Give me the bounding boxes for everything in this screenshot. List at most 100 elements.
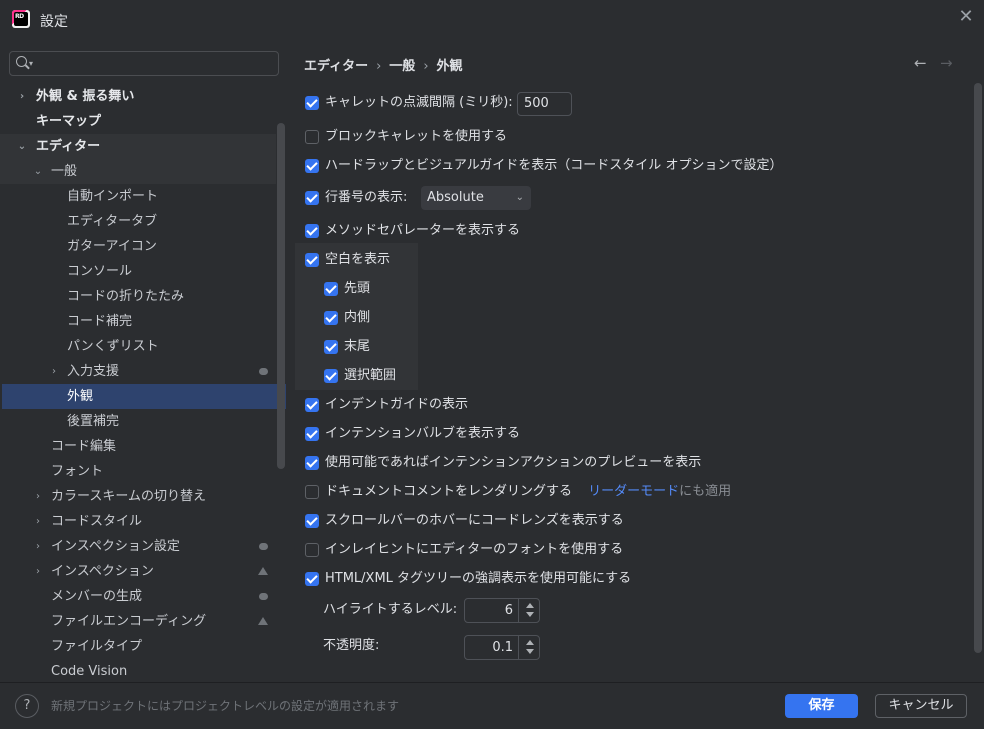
chevron-right-icon[interactable]: ›	[32, 509, 44, 534]
inlay-font-checkbox[interactable]	[305, 543, 319, 557]
chevron-right-icon[interactable]: ›	[48, 359, 60, 384]
chevron-right-icon[interactable]: ›	[32, 484, 44, 509]
whitespace-label: 空白を表示	[325, 252, 391, 267]
indent-guides-checkbox[interactable]	[305, 398, 319, 412]
breadcrumb-item[interactable]: エディター	[304, 59, 368, 74]
tree-item-generate-members[interactable]: メンバーの生成	[0, 584, 276, 609]
tree-item-color-scheme[interactable]: › カラースキームの切り替え	[0, 484, 276, 509]
caret-blink-checkbox[interactable]	[305, 96, 319, 110]
ws-trailing-checkbox[interactable]	[324, 340, 338, 354]
tree-item-auto-import[interactable]: 自動インポート	[0, 184, 276, 209]
tree-item-breadcrumbs[interactable]: パンくずリスト	[0, 334, 276, 359]
tree-item-editor[interactable]: ⌄ エディター	[0, 134, 276, 159]
tree-item-code-style[interactable]: › コードスタイル	[0, 509, 276, 534]
title-bar: RD 設定 ✕	[0, 0, 984, 40]
caret-up-icon[interactable]	[526, 640, 534, 645]
tree-item-code-folding[interactable]: コードの折りたたみ	[0, 284, 276, 309]
tree-item-appearance-behavior[interactable]: › 外観 & 振る舞い	[0, 84, 276, 109]
ws-selection-checkbox[interactable]	[324, 369, 338, 383]
tag-tree-checkbox[interactable]	[305, 572, 319, 586]
line-numbers-select[interactable]: Absolute ⌄	[421, 186, 531, 210]
tree-item-font[interactable]: フォント	[0, 459, 276, 484]
search-input[interactable]	[40, 55, 270, 73]
chevron-down-icon: ⌄	[515, 192, 524, 203]
block-caret-checkbox[interactable]	[305, 130, 319, 144]
caret-up-icon[interactable]	[526, 603, 534, 608]
whitespace-checkbox[interactable]	[305, 253, 319, 267]
tree-item-file-encodings[interactable]: ファイルエンコーディング	[0, 609, 276, 634]
line-numbers-value: Absolute	[427, 190, 484, 205]
line-numbers-label: 行番号の表示:	[325, 190, 408, 205]
tree-item-label: フォント	[51, 464, 104, 479]
chevron-right-icon[interactable]: ›	[32, 559, 44, 584]
search-field[interactable]: ▾	[9, 51, 279, 76]
chevron-down-icon[interactable]: ⌄	[16, 134, 28, 159]
cancel-button[interactable]: キャンセル	[875, 694, 967, 718]
tree-item-code-completion[interactable]: コード補完	[0, 309, 276, 334]
tree-item-smart-keys[interactable]: › 入力支援	[0, 359, 276, 384]
content-scrollbar[interactable]	[974, 83, 982, 653]
tree-item-postfix-completion[interactable]: 後置補完	[0, 409, 276, 434]
spinner-arrows[interactable]	[518, 636, 539, 659]
tree-item-label: エディタータブ	[67, 214, 158, 229]
scrollbar-lens-checkbox[interactable]	[305, 514, 319, 528]
forward-arrow-icon[interactable]: →	[940, 54, 953, 72]
chevron-right-icon[interactable]: ›	[16, 84, 28, 109]
tree-item-editor-tabs[interactable]: エディタータブ	[0, 209, 276, 234]
breadcrumb-item[interactable]: 一般	[389, 59, 415, 74]
chevron-down-icon[interactable]: ⌄	[32, 159, 44, 184]
inlay-font-label: インレイヒントにエディターのフォントを使用する	[325, 542, 624, 557]
tree-item-label: インスペクション	[51, 564, 154, 579]
tag-tree-label: HTML/XML タグツリーの強調表示を使用可能にする	[325, 571, 632, 586]
tree-item-label: インスペクション設定	[51, 539, 180, 554]
tree-item-console[interactable]: コンソール	[0, 259, 276, 284]
tree-item-inspection-settings[interactable]: › インスペクション設定	[0, 534, 276, 559]
help-icon[interactable]: ?	[15, 694, 39, 718]
opacity-spinner[interactable]: 0.1	[464, 635, 540, 660]
caret-blink-option[interactable]: キャレットの点滅間隔 (ミリ秒):	[305, 93, 545, 113]
tree-item-label: 外観	[67, 389, 94, 404]
ws-inner-checkbox[interactable]	[324, 311, 338, 325]
ws-leading-checkbox[interactable]	[324, 282, 338, 296]
caret-down-icon[interactable]	[526, 649, 534, 654]
chevron-right-icon[interactable]: ›	[32, 534, 44, 559]
reader-mode-link[interactable]: リーダーモード	[588, 484, 679, 499]
intention-preview-checkbox[interactable]	[305, 456, 319, 470]
render-docs-checkbox[interactable]	[305, 485, 319, 499]
tree-item-label: ファイルタイプ	[51, 639, 143, 654]
search-icon	[16, 56, 27, 67]
tree-item-keymap[interactable]: キーマップ	[0, 109, 276, 134]
tree-item-inspections[interactable]: › インスペクション	[0, 559, 276, 584]
indent-guides-label: インデントガイドの表示	[325, 397, 469, 412]
hard-wraps-checkbox[interactable]	[305, 159, 319, 173]
chevron-down-icon[interactable]: ▾	[29, 59, 33, 68]
intention-bulb-checkbox[interactable]	[305, 427, 319, 441]
project-scope-icon	[259, 368, 268, 375]
chevron-right-icon: ›	[376, 59, 382, 74]
tree-item-code-vision[interactable]: Code Vision	[0, 659, 276, 684]
tree-item-label: コード補完	[67, 314, 133, 329]
sidebar-scrollbar[interactable]	[277, 123, 285, 469]
back-arrow-icon[interactable]: ←	[914, 54, 927, 72]
caret-blink-input[interactable]: 500	[517, 92, 572, 116]
tree-item-gutter-icons[interactable]: ガターアイコン	[0, 234, 276, 259]
spinner-arrows[interactable]	[518, 599, 539, 622]
scrollbar-lens-label: スクロールバーのホバーにコードレンズを表示する	[325, 513, 624, 528]
caret-down-icon[interactable]	[526, 612, 534, 617]
highlight-level-value: 6	[504, 603, 513, 618]
tree-item-label: 自動インポート	[67, 189, 159, 204]
close-icon[interactable]: ✕	[958, 8, 974, 26]
tree-item-label: ファイルエンコーディング	[51, 614, 207, 629]
ws-trailing-label: 末尾	[344, 339, 371, 354]
tree-item-file-types[interactable]: ファイルタイプ	[0, 634, 276, 659]
method-separators-checkbox[interactable]	[305, 224, 319, 238]
tree-item-code-editing[interactable]: コード編集	[0, 434, 276, 459]
tree-item-general[interactable]: ⌄ 一般	[0, 159, 276, 184]
highlight-level-spinner[interactable]: 6	[464, 598, 540, 623]
line-numbers-checkbox[interactable]	[305, 191, 319, 205]
save-button[interactable]: 保存	[785, 694, 858, 718]
breadcrumb-item: 外観	[436, 59, 463, 74]
opacity-value: 0.1	[492, 640, 513, 655]
tree-item-appearance[interactable]: 外観	[2, 384, 286, 409]
project-scope-icon	[259, 543, 268, 550]
